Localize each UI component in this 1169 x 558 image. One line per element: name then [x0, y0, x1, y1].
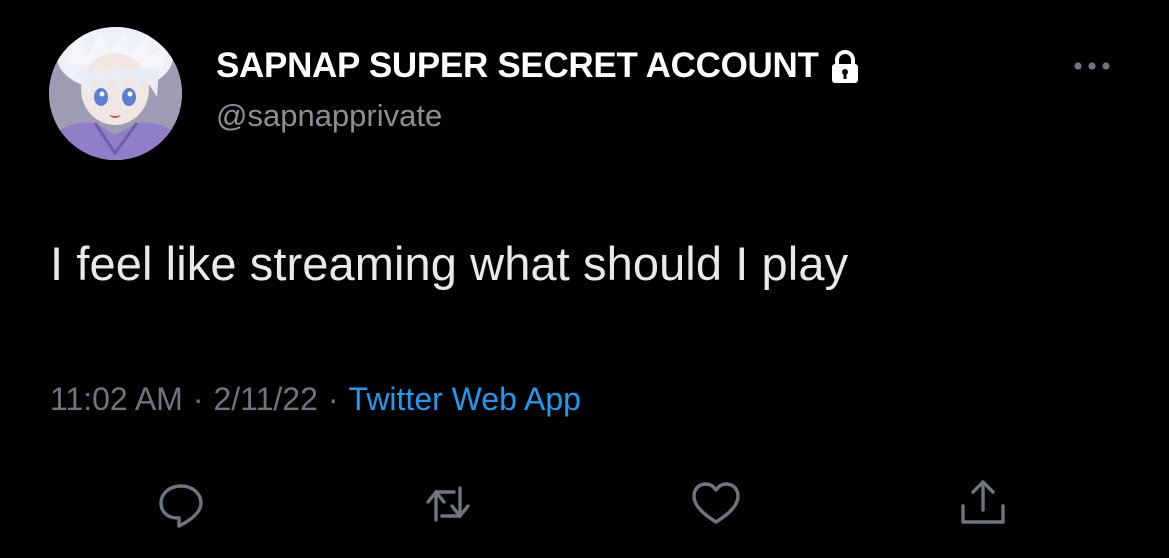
speech-bubble-icon	[159, 484, 203, 528]
separator-dot: ·	[327, 381, 339, 417]
more-options-button[interactable]	[1064, 52, 1120, 80]
like-button[interactable]	[686, 476, 746, 532]
share-button[interactable]	[953, 476, 1013, 532]
tweet-card: SAPNAP SUPER SECRET ACCOUNT @sapnappriva…	[0, 0, 1169, 558]
avatar-image	[49, 27, 182, 160]
lock-icon	[829, 50, 861, 84]
heart-icon	[692, 482, 740, 524]
avatar[interactable]	[49, 27, 182, 160]
tweet-time[interactable]: 11:02 AM	[50, 381, 183, 418]
share-upload-icon	[961, 480, 1005, 524]
author-display-name[interactable]: SAPNAP SUPER SECRET ACCOUNT	[216, 46, 819, 86]
reply-button[interactable]	[151, 476, 211, 532]
retweet-arrows-icon	[426, 486, 470, 522]
tweet-metadata: 11:02 AM · 2/11/22 · Twitter Web App	[50, 381, 581, 418]
retweet-button[interactable]	[418, 476, 478, 532]
tweet-date[interactable]: 2/11/22	[213, 381, 317, 418]
ellipsis-icon	[1074, 62, 1110, 70]
separator-dot: ·	[192, 381, 204, 417]
tweet-text: I feel like streaming what should I play	[50, 237, 849, 290]
author-name-row[interactable]: SAPNAP SUPER SECRET ACCOUNT	[216, 44, 861, 88]
author-handle[interactable]: @sapnapprivate	[216, 98, 442, 134]
tweet-source-link[interactable]: Twitter Web App	[349, 381, 581, 418]
